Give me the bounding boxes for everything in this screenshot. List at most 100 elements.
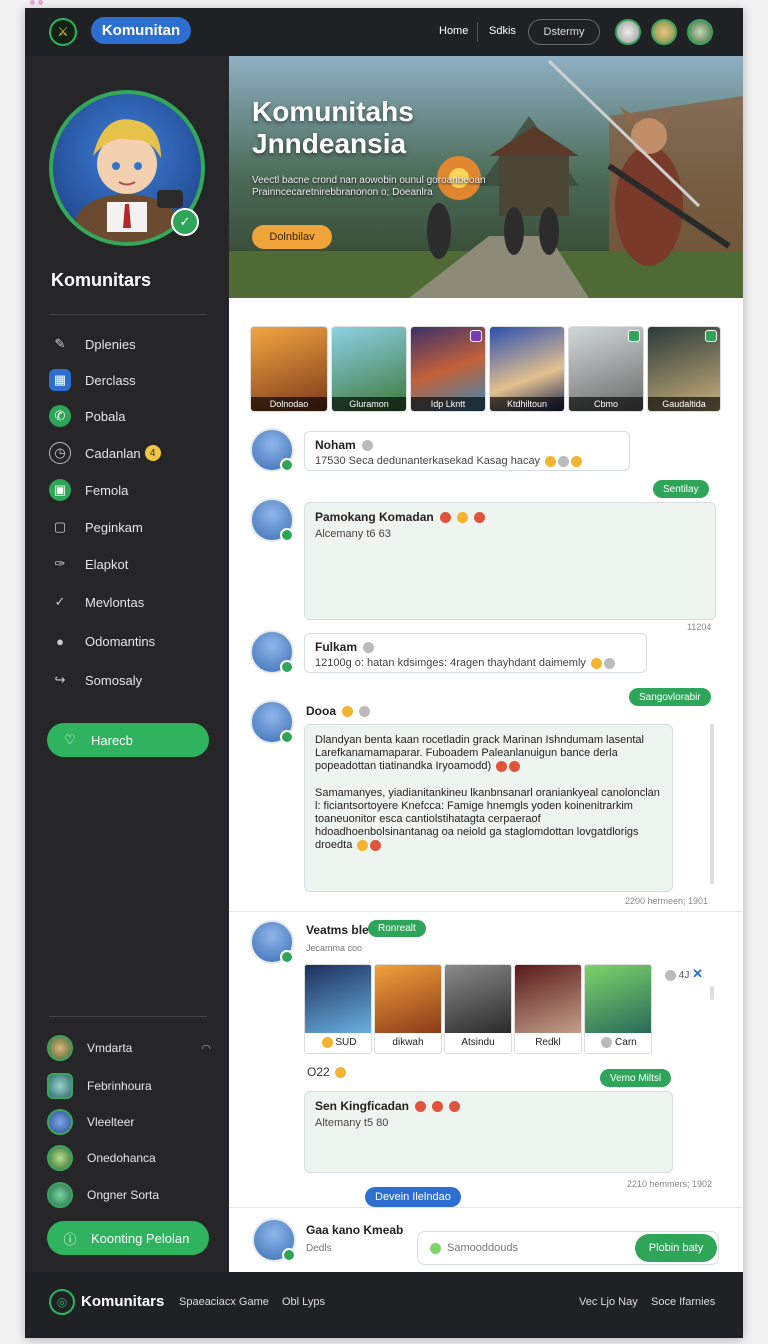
sidebar-item-dplenies[interactable]: ✎ Dplenies [49,330,209,358]
media-card[interactable]: Redkl [514,964,582,1054]
friend-item[interactable]: Vleelteer [47,1108,211,1136]
status-pill[interactable]: Sangovlorabir [629,688,711,706]
friend-item[interactable]: Vmdarta ◠ [47,1034,211,1062]
avatar[interactable] [250,498,294,542]
friend-avatar[interactable] [687,19,713,45]
button-label: Dolnbilav [269,231,315,243]
game-thumbnail[interactable]: Cbmo [568,326,644,412]
footer-link[interactable]: Obl Lyps [282,1296,325,1308]
media-label: Atsindu [461,1037,495,1048]
game-thumbnail[interactable]: Gaudaltida [647,326,721,412]
friend-name: Vleelteer [87,1115,135,1129]
verified-icon [361,439,373,451]
media-card[interactable]: Atsindu [444,964,512,1054]
friend-name: Ongner Sorta [87,1188,160,1202]
status-pill[interactable]: Sentilay [653,480,709,498]
game-thumbnail[interactable]: Dolnodao [250,326,328,412]
sidebar-item-label: Cadanlan [85,445,141,461]
avatar[interactable] [252,1218,296,1262]
friend-item[interactable]: Onedohanca [47,1144,211,1172]
corner-badge-icon [470,330,482,342]
emoji-icon [603,657,615,669]
user-avatar[interactable] [615,19,641,45]
brand-button[interactable]: Komunitan [91,17,191,44]
online-badge [282,1248,296,1262]
tag-pill[interactable]: Ronrealt [368,920,426,937]
media-card[interactable]: dikwah [374,964,442,1054]
logo-icon[interactable]: ⚔ [49,18,77,46]
gallery-controls: 4J ✕ [663,966,703,982]
game-thumbnail[interactable]: Idp Lkntt [410,326,486,412]
avatar[interactable] [250,428,294,472]
hero-title: Komunitahs Jnndeansia [252,96,414,159]
info-icon: ⓘ [63,1231,77,1247]
emoji-icon [601,1036,613,1048]
sidebar-item-somosaly[interactable]: ↪ Somosaly [49,666,209,694]
game-thumbnail[interactable]: Ktdhiltoun [489,326,565,412]
avatar[interactable] [250,920,294,964]
divider [229,1207,743,1208]
nav-home[interactable]: Home [439,25,468,37]
emoji-icon [415,1100,427,1112]
verified-icon [359,705,370,717]
send-button[interactable]: Plobin baty [635,1234,717,1262]
top-bar: ⚔ Komunitan Home Sdkis Dstermy [25,8,743,56]
footer-link[interactable]: Spaeaciacx Game [179,1296,269,1308]
avatar [47,1073,73,1099]
sidebar-item-odomantins[interactable]: ● Odomantins [49,627,209,655]
emoji-icon [558,455,570,467]
emoji-icon[interactable] [430,1242,441,1254]
sidebar-item-elapkot[interactable]: ✑ Elapkot [49,550,209,578]
footer-link[interactable]: Soce Ifarnies [651,1296,715,1308]
sidebar-item-derclass[interactable]: ▦ Derclass [49,366,209,394]
game-thumbnail[interactable]: Gluramon [331,326,407,412]
sidebar-item-peginkam[interactable]: ▢ Peginkam [49,513,209,541]
footer-link[interactable]: Vec Ljo Nay [579,1296,638,1308]
avatar[interactable] [250,700,294,744]
primary-action-button[interactable]: ♡ Harecb [47,723,209,757]
emoji-icon [342,705,353,717]
avatar[interactable] [250,630,294,674]
status-pill[interactable]: Vemo Miltsl [600,1069,672,1087]
sidebar-item-label: Odomantins [85,633,156,649]
divider [229,911,743,912]
media-card[interactable]: SUD [304,964,372,1054]
bottom-action-button[interactable]: ⓘ Koonting Pelolan [47,1221,209,1255]
sidebar-item-mevlontas[interactable]: ✓ Mevlontas [49,588,209,616]
nav-sdkis[interactable]: Sdkis [489,25,516,37]
sidebar-item-label: Mevlontas [85,594,145,610]
bell-icon[interactable]: ◠ [201,1042,211,1055]
reaction-icon[interactable] [665,969,676,981]
logo-icon[interactable]: ◎ [49,1289,75,1315]
message-author: Noham [315,438,619,452]
close-icon[interactable]: ✕ [692,966,703,981]
post-counter: O22 [307,1065,347,1079]
friend-avatar[interactable] [651,19,677,45]
scrollbar[interactable] [710,986,714,1000]
message-icon: ▢ [53,519,67,534]
emoji-icon [370,839,382,851]
sidebar-item-femola[interactable]: ▣ Femola [49,476,209,504]
nav-pill-button[interactable]: Dstermy [528,19,600,45]
sidebar-item-cadanlan[interactable]: ◷ Cadanlan 4 [49,439,209,467]
media-image [445,965,511,1033]
scrollbar[interactable] [710,724,714,884]
online-badge [280,950,294,964]
feather-icon: ✑ [54,556,66,571]
composer-tag[interactable]: Devein Ilelndao [365,1187,461,1207]
notification-badge: 4 [144,445,161,461]
thumbnail-label: Dolnodao [251,397,327,411]
chat-icon: ✆ [49,405,71,427]
friend-item[interactable]: Ongner Sorta [47,1181,211,1209]
avatar [47,1035,73,1061]
app-window: ⚔ Komunitan Home Sdkis Dstermy ✓ Komunit… [25,8,743,1338]
nav-divider [477,22,478,42]
hero-button[interactable]: Dolnbilav [252,225,332,249]
media-label: Carn [585,1033,651,1053]
sidebar-item-pobala[interactable]: ✆ Pobala [49,402,209,430]
friend-item[interactable]: Febrinhoura [47,1072,211,1100]
count: 4J [678,970,690,981]
media-image [305,965,371,1033]
media-image [515,965,581,1033]
media-card[interactable]: Carn [584,964,652,1054]
